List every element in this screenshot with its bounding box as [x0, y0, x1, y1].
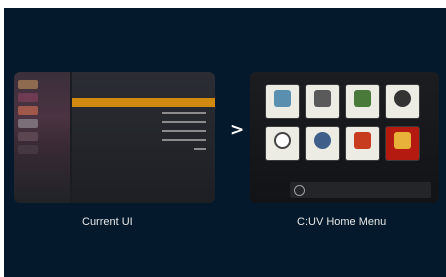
home-tile	[266, 127, 299, 160]
transition-arrow: >	[230, 120, 245, 140]
home-tile	[306, 127, 339, 160]
settings-row	[72, 144, 215, 153]
caption-current-ui: Current UI	[82, 216, 133, 228]
settings-row	[72, 135, 215, 144]
satellite-dish-icon	[274, 90, 291, 107]
sidebar-item	[18, 143, 68, 155]
current-ui-settings-list	[72, 72, 215, 203]
sidebar-item	[18, 91, 68, 103]
sidebar-item	[18, 78, 68, 90]
picture-icon	[354, 90, 371, 107]
home-tile	[306, 85, 339, 118]
sidebar-item	[18, 130, 68, 142]
cuv-home-menu-screenshot	[250, 72, 439, 203]
home-info-bar	[290, 182, 431, 198]
settings-row	[72, 108, 215, 117]
navigation-icon	[294, 185, 305, 196]
home-tile	[386, 85, 419, 118]
settings-row-selected	[72, 98, 215, 107]
folder-icon	[394, 132, 411, 149]
slide-background: > Current UI C:UV Home Menu	[4, 8, 446, 277]
sidebar-item	[18, 104, 68, 116]
home-tile	[266, 85, 299, 118]
home-tile	[346, 85, 379, 118]
antenna-icon	[314, 90, 331, 107]
sidebar-item	[18, 117, 68, 129]
home-tile	[346, 127, 379, 160]
headphones-icon	[394, 90, 411, 107]
lock-icon	[314, 132, 331, 149]
settings-row	[72, 126, 215, 135]
current-ui-sidebar	[14, 72, 70, 203]
home-tile-highlighted	[386, 127, 419, 160]
caption-cuv-home-menu: C:UV Home Menu	[297, 216, 387, 228]
options-icon	[354, 132, 371, 149]
settings-row	[72, 117, 215, 126]
current-ui-screenshot	[14, 72, 215, 203]
clock-icon	[274, 132, 291, 149]
